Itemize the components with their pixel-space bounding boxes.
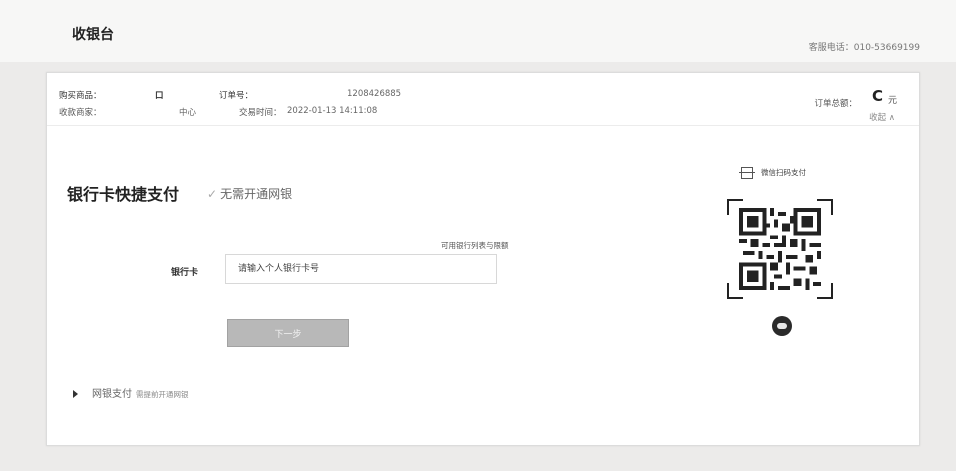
page-header: 收银台 客服电话：010-53669199 [0, 0, 956, 62]
order-total-label: 订单总额： [814, 99, 857, 109]
product-value: 口 [155, 91, 164, 101]
next-step-button[interactable]: 下一步 [227, 319, 349, 347]
netbank-payment-toggle[interactable]: 网银支付 需提前开通网银 [73, 385, 189, 400]
order-total-unit: 元 [887, 96, 897, 106]
trade-time-label: 交易时间： [239, 108, 282, 118]
merchant-value: 中心 [179, 108, 197, 118]
qr-code-image [739, 208, 821, 290]
quick-pay-note: ✓ 无需开通网银 [207, 185, 292, 202]
product-label: 购买商品： [59, 91, 102, 101]
scan-label-text: 微信扫码支付 [761, 168, 806, 177]
netbank-label: 网银支付 [92, 389, 132, 400]
page-title: 收银台 [72, 27, 114, 43]
quick-pay-title: 银行卡快捷支付 [67, 185, 180, 204]
bank-list-link[interactable]: 可用银行列表与限额 [441, 240, 509, 251]
trade-time-value: 2022-01-13 14:11:08 [287, 106, 378, 116]
netbank-sublabel: 需提前开通网银 [136, 390, 189, 399]
payment-logo-icon [772, 316, 792, 336]
order-number-value: 1208426885 [347, 89, 402, 99]
quick-pay-note-text: 无需开通网银 [220, 187, 293, 201]
service-hotline: 客服电话：010-53669199 [808, 43, 920, 53]
bank-card-label: 银行卡 [171, 268, 199, 278]
order-number-label: 订单号： [219, 91, 254, 101]
collapse-toggle[interactable]: 收起 ∧ [869, 111, 895, 123]
wechat-scan-label: 微信扫码支付 [739, 167, 806, 179]
order-info-bar: 购买商品： 口 收款商家： 中心 订单号： 1208426885 交易时间： 2… [47, 73, 919, 126]
checkout-card: 购买商品： 口 收款商家： 中心 订单号： 1208426885 交易时间： 2… [46, 72, 920, 446]
order-total-amount: C [871, 87, 883, 105]
bank-card-input[interactable] [225, 254, 497, 284]
scan-icon [739, 167, 755, 179]
qr-code-frame [727, 199, 833, 299]
check-icon: ✓ [207, 187, 218, 201]
merchant-label: 收款商家： [59, 108, 102, 118]
caret-right-icon [73, 390, 78, 398]
